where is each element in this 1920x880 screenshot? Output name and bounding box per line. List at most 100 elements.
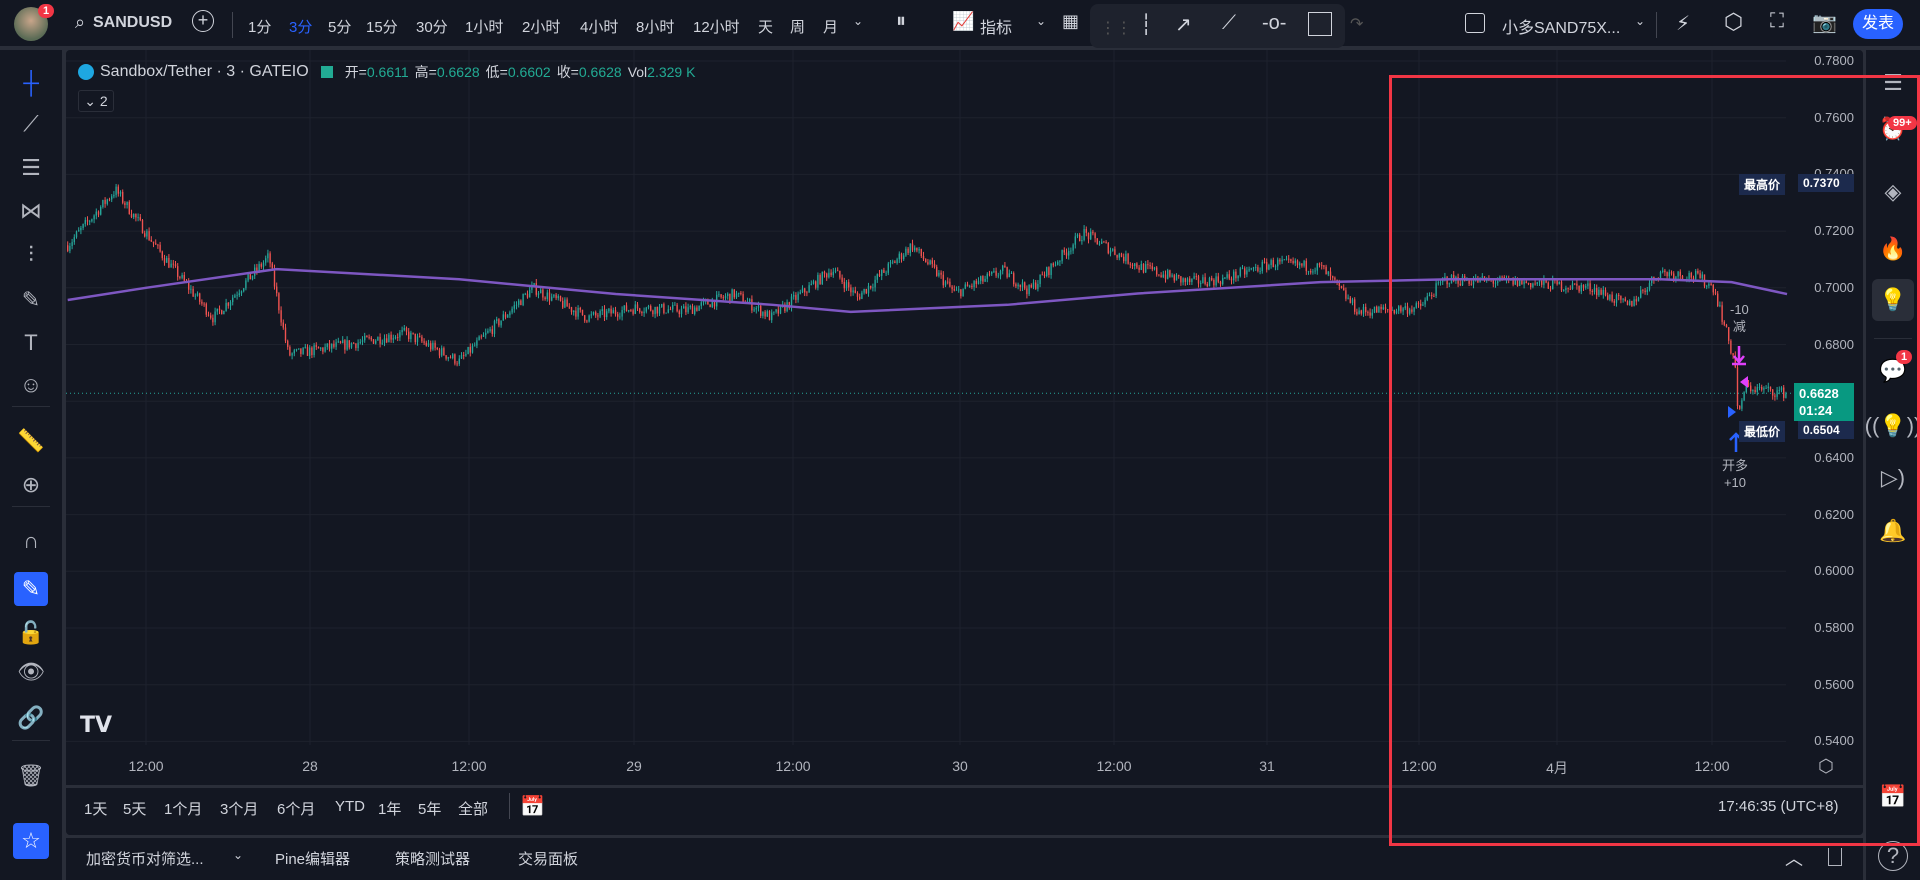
candle-body <box>216 308 218 312</box>
candle-body <box>1195 276 1197 278</box>
candle-body <box>535 283 537 295</box>
candle-body <box>337 341 339 343</box>
candle-body <box>586 320 588 322</box>
candle-body <box>830 272 832 276</box>
candle-body <box>1182 278 1184 283</box>
candle-body <box>775 309 777 312</box>
candle-body <box>434 342 436 348</box>
candle-body <box>262 262 265 267</box>
range-8[interactable]: 全部 <box>458 798 488 819</box>
candle-body <box>1246 270 1248 275</box>
candle-body <box>1142 263 1145 273</box>
range-6[interactable]: 1年 <box>378 798 401 819</box>
candle-body <box>172 263 174 265</box>
candle-body <box>163 258 166 263</box>
candle-body <box>322 347 324 352</box>
candle-body <box>476 340 478 346</box>
indicators-collapse-button[interactable]: ⌄ 2 <box>78 90 114 112</box>
candle-body <box>1215 276 1217 286</box>
candle-body <box>636 304 639 309</box>
candle-body <box>144 233 146 237</box>
range-4[interactable]: 6个月 <box>277 798 315 819</box>
candle-body <box>1158 274 1160 276</box>
candle-body <box>689 306 691 308</box>
candle-body <box>507 315 509 318</box>
range-5[interactable]: YTD <box>335 798 365 815</box>
candle-body <box>652 310 654 315</box>
candle-body <box>1323 265 1325 267</box>
candle-body <box>1230 278 1233 281</box>
candle-body <box>342 340 344 344</box>
candle-body <box>650 306 652 311</box>
candle-body <box>634 304 636 314</box>
candle-body <box>733 289 735 298</box>
candle-body <box>317 346 320 349</box>
candle-body <box>80 227 82 231</box>
candle-body <box>537 293 540 295</box>
candle-body <box>579 307 581 310</box>
candle-body <box>207 314 210 316</box>
range-0[interactable]: 1天 <box>84 798 107 819</box>
candle-body <box>1376 306 1378 313</box>
collapse-panel-icon[interactable]: ︿ <box>1785 845 1803 871</box>
candle-body <box>1134 263 1136 266</box>
symbol-title[interactable]: Sandbox/Tether · 3 · GATEIO <box>100 63 309 81</box>
candle-body <box>1180 276 1182 283</box>
candle-body <box>551 296 553 301</box>
candle-body <box>102 199 104 208</box>
candle-body <box>1118 253 1120 258</box>
candle-body <box>1255 267 1257 268</box>
candle-body <box>1065 252 1068 256</box>
candle-body <box>724 296 727 299</box>
go-to-date-icon[interactable]: 📅 <box>520 794 545 819</box>
candle-body <box>1002 265 1004 271</box>
bottom-tab-2[interactable]: 策略测试器 <box>395 848 470 869</box>
bottom-tab-chevron-icon[interactable]: ⌄ <box>233 848 243 862</box>
candle-body <box>478 336 480 341</box>
candle-body <box>1070 250 1072 252</box>
candle-body <box>559 296 562 301</box>
candle-body <box>234 295 236 298</box>
candle-body <box>1270 260 1272 266</box>
candle-body <box>980 276 982 281</box>
candle-body <box>766 311 768 317</box>
candle-body <box>416 336 419 343</box>
candle-body <box>691 306 694 314</box>
candle-body <box>119 191 122 194</box>
candle-body <box>221 310 223 315</box>
candle-body <box>597 315 599 317</box>
candle-body <box>1015 284 1017 287</box>
candle-body <box>601 309 603 312</box>
bottom-tab-1[interactable]: Pine编辑器 <box>275 848 350 869</box>
candle-body <box>328 343 331 349</box>
candle-body <box>1026 288 1028 295</box>
candle-body <box>639 308 641 312</box>
candle-body <box>777 309 779 314</box>
candle-body <box>273 268 276 287</box>
candle-body <box>760 305 762 316</box>
candle-body <box>1274 266 1277 268</box>
candle-body <box>942 274 944 286</box>
candle-body <box>489 329 491 331</box>
candle-body <box>122 191 124 203</box>
candle-body <box>845 282 848 289</box>
range-3[interactable]: 3个月 <box>220 798 258 819</box>
candle-body <box>964 284 966 289</box>
candle-body <box>590 314 592 316</box>
maximize-panel-icon[interactable] <box>1828 848 1842 866</box>
candle-body <box>1266 261 1268 270</box>
candle-body <box>529 289 531 298</box>
candle-body <box>256 267 258 271</box>
candle-body <box>1087 232 1090 240</box>
candle-body <box>174 264 177 267</box>
candle-body <box>97 211 100 215</box>
range-1[interactable]: 5天 <box>123 798 146 819</box>
candle-body <box>295 349 298 351</box>
candle-body <box>108 199 111 201</box>
bottom-tab-3[interactable]: 交易面板 <box>518 848 578 869</box>
range-7[interactable]: 5年 <box>418 798 441 819</box>
bottom-tab-0[interactable]: 加密货币对筛选... <box>86 848 204 869</box>
candle-body <box>1261 261 1263 272</box>
candle-body <box>771 312 773 321</box>
range-2[interactable]: 1个月 <box>164 798 202 819</box>
